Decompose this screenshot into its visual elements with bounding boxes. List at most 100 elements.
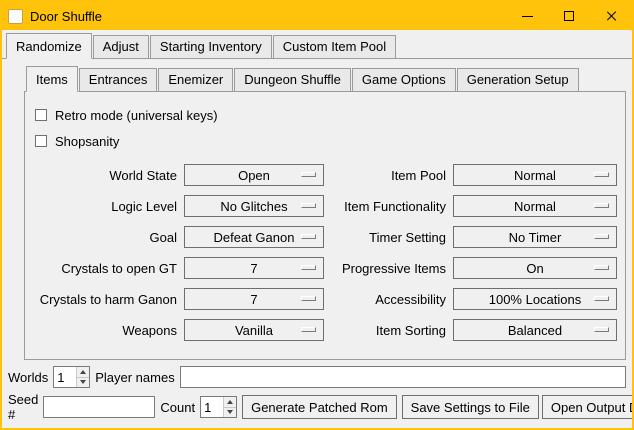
maximize-icon [564,11,574,21]
accessibility-dropdown[interactable]: 100% Locations [453,288,617,310]
spinner-down-icon[interactable] [77,377,89,388]
goal-label: Goal [33,230,177,245]
titlebar[interactable]: Door Shuffle [2,2,632,30]
item-pool-dropdown[interactable]: Normal [453,164,617,186]
progressive-items-label: Progressive Items [331,261,446,276]
worlds-label: Worlds [8,370,48,385]
checkbox-box-icon [35,109,47,121]
logic-level-label: Logic Level [33,199,177,214]
count-label: Count [160,400,195,415]
shopsanity-label: Shopsanity [55,134,119,149]
logic-level-value: No Glitches [220,199,287,214]
weapons-label: Weapons [33,323,177,338]
tab-dungeon-shuffle[interactable]: Dungeon Shuffle [234,68,351,91]
settings-grid: World State Open Item Pool Normal Logic … [33,164,617,341]
shopsanity-checkbox[interactable]: Shopsanity [35,132,617,150]
minimize-button[interactable] [506,2,548,30]
crystals-harm-ganon-label: Crystals to harm Ganon [33,292,177,307]
tab-starting-inventory[interactable]: Starting Inventory [150,35,272,58]
window-controls [506,2,632,30]
tab-items[interactable]: Items [26,66,78,92]
close-button[interactable] [590,2,632,30]
world-state-dropdown[interactable]: Open [184,164,324,186]
menu-indicator-icon [301,172,316,177]
bottom-right-buttons: Save Settings to File Open Output Direct… [402,395,634,419]
crystals-harm-ganon-value: 7 [250,292,257,307]
tab-game-options[interactable]: Game Options [352,68,456,91]
app-icon [8,9,23,24]
menu-indicator-icon [594,327,609,332]
menu-indicator-icon [301,327,316,332]
worlds-input[interactable] [54,367,76,387]
menu-indicator-icon [594,172,609,177]
close-icon [605,10,617,22]
goal-dropdown[interactable]: Defeat Ganon [184,226,324,248]
tab-adjust[interactable]: Adjust [93,35,149,58]
player-names-input[interactable] [180,366,626,388]
menu-indicator-icon [301,203,316,208]
item-sorting-dropdown[interactable]: Balanced [453,319,617,341]
weapons-dropdown[interactable]: Vanilla [184,319,324,341]
tab-entrances[interactable]: Entrances [79,68,158,91]
worlds-spinner[interactable] [53,366,90,388]
seed-input[interactable] [43,396,155,418]
retro-mode-label: Retro mode (universal keys) [55,108,218,123]
accessibility-label: Accessibility [331,292,446,307]
worlds-row: Worlds Player names [4,364,630,390]
tab-randomize[interactable]: Randomize [6,33,92,59]
generate-patched-rom-button[interactable]: Generate Patched Rom [242,395,397,419]
items-pane: Retro mode (universal keys) Shopsanity W… [24,91,626,360]
timer-setting-dropdown[interactable]: No Timer [453,226,617,248]
world-state-label: World State [33,168,177,183]
menu-indicator-icon [594,265,609,270]
menu-indicator-icon [594,296,609,301]
menu-indicator-icon [594,203,609,208]
spinner-up-icon[interactable] [77,367,89,377]
timer-setting-value: No Timer [509,230,562,245]
item-functionality-dropdown[interactable]: Normal [453,195,617,217]
minimize-icon [522,16,533,17]
worlds-spinner-arrows [76,367,89,387]
item-functionality-value: Normal [514,199,556,214]
item-sorting-value: Balanced [508,323,562,338]
item-pool-value: Normal [514,168,556,183]
item-pool-label: Item Pool [331,168,446,183]
count-spinner[interactable] [200,396,237,418]
bottom-controls: Worlds Player names Seed # Count [2,364,632,428]
save-settings-button[interactable]: Save Settings to File [402,395,539,419]
logic-level-dropdown[interactable]: No Glitches [184,195,324,217]
world-state-value: Open [238,168,270,183]
count-input[interactable] [201,397,223,417]
seed-label: Seed # [8,392,38,422]
inner-tabbar: Items Entrances Enemizer Dungeon Shuffle… [24,63,626,91]
crystals-open-gt-label: Crystals to open GT [33,261,177,276]
spinner-down-icon[interactable] [224,407,236,418]
timer-setting-label: Timer Setting [331,230,446,245]
crystals-open-gt-dropdown[interactable]: 7 [184,257,324,279]
weapons-value: Vanilla [235,323,273,338]
player-names-label: Player names [95,370,174,385]
app-window: Door Shuffle Randomize Adjust Starting I… [0,0,634,430]
item-sorting-label: Item Sorting [331,323,446,338]
window-title: Door Shuffle [30,9,102,24]
progressive-items-value: On [526,261,543,276]
retro-mode-checkbox[interactable]: Retro mode (universal keys) [35,106,617,124]
outer-tabbar: Randomize Adjust Starting Inventory Cust… [2,30,632,59]
accessibility-value: 100% Locations [489,292,582,307]
maximize-button[interactable] [548,2,590,30]
item-functionality-label: Item Functionality [331,199,446,214]
menu-indicator-icon [301,296,316,301]
spinner-up-icon[interactable] [224,397,236,407]
menu-indicator-icon [301,265,316,270]
crystals-harm-ganon-dropdown[interactable]: 7 [184,288,324,310]
menu-indicator-icon [594,234,609,239]
checkbox-box-icon [35,135,47,147]
progressive-items-dropdown[interactable]: On [453,257,617,279]
tab-generation-setup[interactable]: Generation Setup [457,68,579,91]
tab-custom-item-pool[interactable]: Custom Item Pool [273,35,396,58]
open-output-directory-button[interactable]: Open Output Directory [542,395,634,419]
menu-indicator-icon [301,234,316,239]
count-spinner-arrows [223,397,236,417]
tab-enemizer[interactable]: Enemizer [158,68,233,91]
seed-row: Seed # Count Generate Patched Rom Save S… [4,390,630,424]
